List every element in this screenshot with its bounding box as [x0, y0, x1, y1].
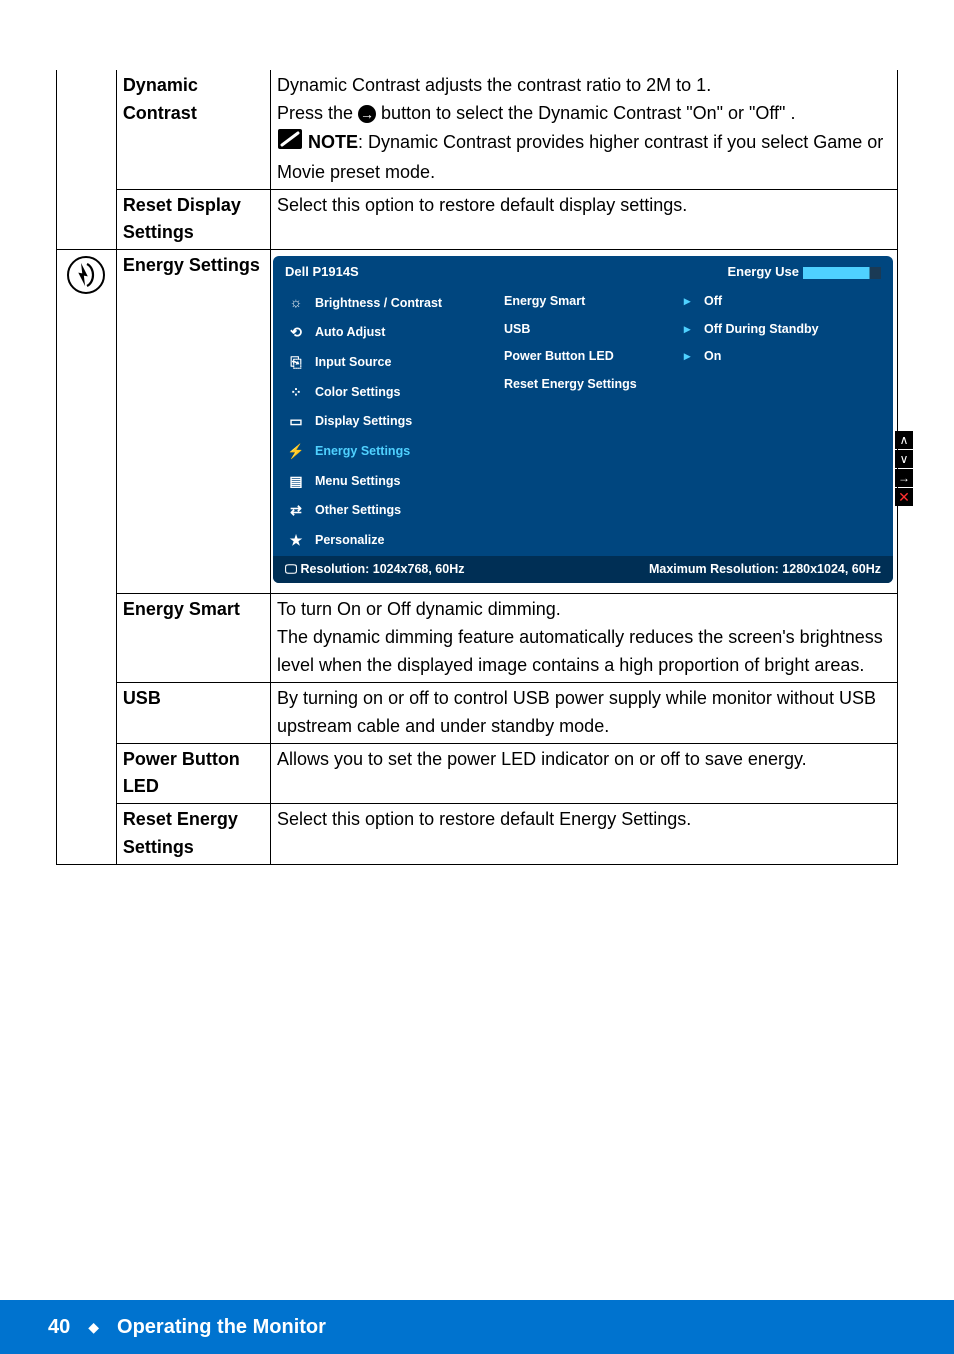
- osd-item-brightness[interactable]: ☼Brightness / Contrast: [273, 288, 498, 318]
- setting-desc-power-button-led: Allows you to set the power LED indicato…: [271, 743, 898, 804]
- osd-item-input-source[interactable]: ⎘Input Source: [273, 348, 498, 378]
- osd-up-button[interactable]: ∧: [895, 431, 913, 449]
- other-settings-icon: ⇄: [287, 500, 305, 522]
- osd-left-column: ☼Brightness / Contrast ⟲Auto Adjust ⎘Inp…: [273, 288, 498, 555]
- osd-opt-energy-smart[interactable]: Energy Smart▸Off: [498, 288, 883, 315]
- select-button-icon: →: [358, 105, 376, 123]
- energy-settings-icon: ⚡: [287, 441, 305, 463]
- setting-name-power-button-led: Power Button LED: [116, 743, 270, 804]
- setting-name-usb: USB: [116, 682, 270, 743]
- table-row: USB By turning on or off to control USB …: [57, 682, 898, 743]
- note-icon: [277, 128, 303, 159]
- osd-item-auto-adjust[interactable]: ⟲Auto Adjust: [273, 318, 498, 348]
- osd-item-menu-settings[interactable]: ▤Menu Settings: [273, 467, 498, 497]
- page-footer: 40 ◆ Operating the Monitor: [0, 1300, 954, 1354]
- setting-desc-reset-energy: Select this option to restore default En…: [271, 804, 898, 865]
- setting-name-dynamic-contrast: Dynamic Contrast: [116, 70, 270, 189]
- osd-title: Dell P1914S: [285, 262, 359, 282]
- setting-name-reset-display: Reset Display Settings: [116, 189, 270, 250]
- osd-item-color-settings[interactable]: ⁘Color Settings: [273, 378, 498, 408]
- osd-right-column: Energy Smart▸Off USB▸Off During Standby …: [498, 288, 893, 555]
- display-settings-icon: ▭: [287, 411, 305, 433]
- table-row: Reset Energy Settings Select this option…: [57, 804, 898, 865]
- brightness-icon: ☼: [287, 292, 305, 314]
- dynamic-contrast-note: NOTE: Dynamic Contrast provides higher c…: [277, 128, 891, 187]
- osd-opt-usb[interactable]: USB▸Off During Standby: [498, 316, 883, 343]
- chevron-right-icon: ▸: [684, 347, 704, 366]
- section-title: Operating the Monitor: [117, 1316, 326, 1339]
- menu-settings-icon: ▤: [287, 471, 305, 493]
- category-icon-cell: [57, 250, 117, 865]
- setting-desc-reset-display: Select this option to restore default di…: [271, 189, 898, 250]
- color-settings-icon: ⁘: [287, 382, 305, 404]
- setting-desc-usb: By turning on or off to control USB powe…: [271, 682, 898, 743]
- osd-max-resolution: Maximum Resolution: 1280x1024, 60Hz: [649, 560, 881, 579]
- footer-diamond-icon: ◆: [88, 1319, 99, 1336]
- osd-item-other-settings[interactable]: ⇄Other Settings: [273, 496, 498, 526]
- dynamic-contrast-press: Press the → button to select the Dynamic…: [277, 100, 891, 128]
- osd-enter-button[interactable]: →: [895, 469, 913, 487]
- table-row: Reset Display Settings Select this optio…: [57, 189, 898, 250]
- page-number: 40: [48, 1316, 70, 1339]
- note-label: NOTE: [308, 132, 358, 152]
- energy-category-icon: [67, 278, 105, 298]
- note-body: : Dynamic Contrast provides higher contr…: [277, 132, 883, 182]
- osd-side-buttons: ∧ ∨ → ✕: [895, 431, 913, 506]
- table-row: Energy Smart To turn On or Off dynamic d…: [57, 594, 898, 683]
- settings-table: Dynamic Contrast Dynamic Contrast adjust…: [56, 70, 898, 865]
- setting-name-reset-energy: Reset Energy Settings: [116, 804, 270, 865]
- osd-menu: Dell P1914S Energy Use ☼Brightness / Con…: [273, 256, 893, 583]
- osd-opt-reset-energy[interactable]: Reset Energy Settings: [498, 371, 883, 398]
- osd-item-energy-settings[interactable]: ⚡Energy Settings: [273, 437, 498, 467]
- chevron-right-icon: ▸: [684, 320, 704, 339]
- setting-desc-energy-settings: Dell P1914S Energy Use ☼Brightness / Con…: [271, 250, 898, 594]
- auto-adjust-icon: ⟲: [287, 322, 305, 344]
- osd-close-button[interactable]: ✕: [895, 488, 913, 506]
- osd-down-button[interactable]: ∨: [895, 450, 913, 468]
- setting-desc-energy-smart: To turn On or Off dynamic dimming. The d…: [271, 594, 898, 683]
- setting-name-energy-smart: Energy Smart: [116, 594, 270, 683]
- osd-body: ☼Brightness / Contrast ⟲Auto Adjust ⎘Inp…: [273, 288, 893, 555]
- dynamic-contrast-line1: Dynamic Contrast adjusts the contrast ra…: [277, 72, 891, 100]
- osd-resolution: Resolution: 1024x768, 60Hz: [301, 562, 465, 576]
- table-row: Dynamic Contrast Dynamic Contrast adjust…: [57, 70, 898, 189]
- osd-item-personalize[interactable]: ★Personalize: [273, 526, 498, 556]
- chevron-right-icon: ▸: [684, 292, 704, 311]
- setting-name-energy-settings: Energy Settings: [116, 250, 270, 594]
- personalize-icon: ★: [287, 530, 305, 552]
- osd-header: Dell P1914S Energy Use: [273, 256, 893, 288]
- osd-energy-indicator: Energy Use: [727, 262, 881, 282]
- page-content: Dynamic Contrast Dynamic Contrast adjust…: [0, 0, 954, 865]
- osd-footer: 🖵 Resolution: 1024x768, 60Hz Maximum Res…: [273, 556, 893, 583]
- osd-item-display-settings[interactable]: ▭Display Settings: [273, 407, 498, 437]
- osd-opt-power-button-led[interactable]: Power Button LED▸On: [498, 343, 883, 370]
- energy-use-bar: [803, 267, 881, 279]
- table-row: Energy Settings Dell P1914S Energy Use ☼…: [57, 250, 898, 594]
- input-source-icon: ⎘: [287, 352, 305, 374]
- icon-cell-empty: [57, 70, 117, 250]
- setting-desc-dynamic-contrast: Dynamic Contrast adjusts the contrast ra…: [271, 70, 898, 189]
- table-row: Power Button LED Allows you to set the p…: [57, 743, 898, 804]
